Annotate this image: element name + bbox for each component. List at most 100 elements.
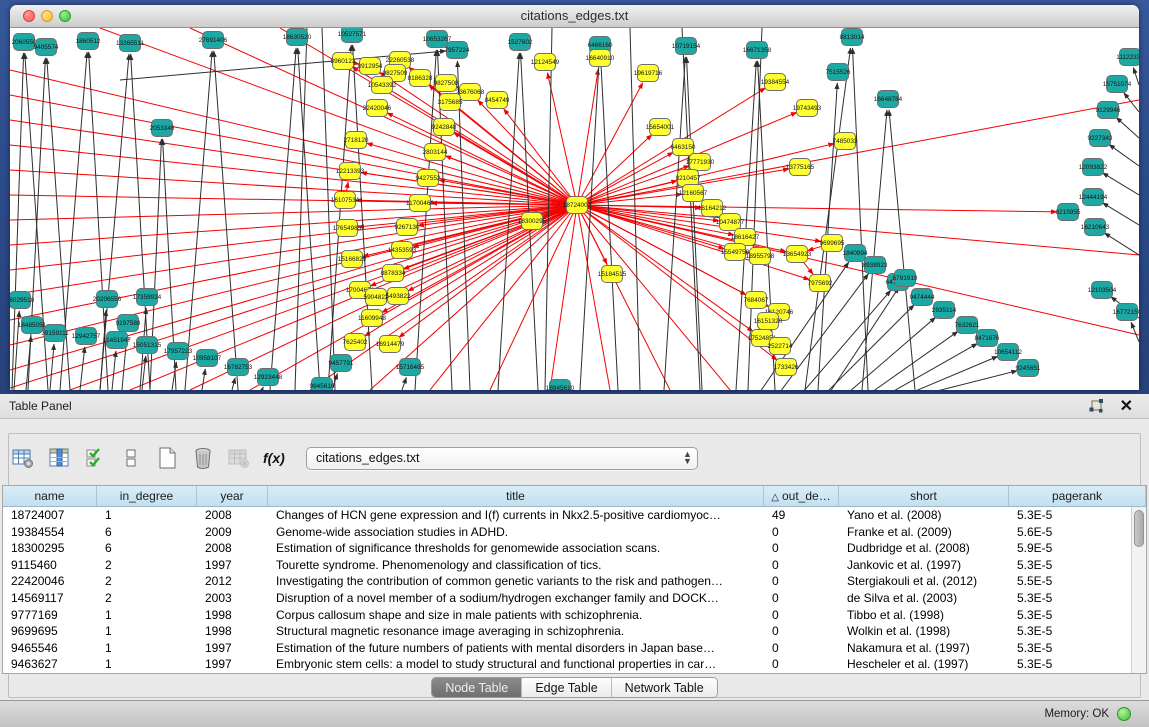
- graph-node[interactable]: 6791919: [893, 270, 918, 287]
- graph-node[interactable]: 2935114: [932, 302, 957, 319]
- graph-node[interactable]: 16640910: [586, 50, 615, 67]
- graph-node[interactable]: 7632621: [955, 317, 980, 334]
- hub-node[interactable]: 18724007: [563, 197, 592, 214]
- citation-edge-black[interactable]: [80, 347, 85, 390]
- graph-node[interactable]: 15716485: [396, 359, 425, 376]
- table-row[interactable]: 969969511998Structural magnetic resonanc…: [3, 623, 1131, 640]
- graph-node[interactable]: 10958107: [193, 350, 222, 367]
- citation-edge-black[interactable]: [202, 369, 205, 390]
- graph-node[interactable]: 9699695: [820, 235, 845, 252]
- graph-node[interactable]: 10527571: [338, 28, 367, 43]
- graph-node[interactable]: 18616427: [731, 229, 760, 246]
- graph-node[interactable]: 17359924: [133, 289, 162, 306]
- citation-edge-black[interactable]: [270, 48, 296, 390]
- graph-node[interactable]: 9405574: [34, 39, 59, 56]
- graph-node[interactable]: 9129946: [1096, 102, 1121, 119]
- float-panel-icon[interactable]: [1088, 398, 1105, 415]
- citation-edge-red[interactable]: [10, 205, 577, 220]
- column-header-name[interactable]: name: [3, 486, 97, 506]
- graph-node[interactable]: 11700460: [406, 195, 434, 212]
- citation-edge-black[interactable]: [1131, 322, 1139, 342]
- select-column-icon[interactable]: [44, 444, 74, 472]
- graph-node[interactable]: 1527602: [508, 34, 533, 51]
- citation-edge-black[interactable]: [1104, 233, 1139, 255]
- citation-edge-red[interactable]: [367, 143, 577, 205]
- citation-edge-black[interactable]: [402, 377, 406, 390]
- graph-node[interactable]: 16107534: [331, 192, 360, 209]
- graph-node[interactable]: 17771930: [686, 154, 715, 171]
- graph-node[interactable]: 9474444: [910, 289, 935, 306]
- table-row[interactable]: 1938455462009Genome-wide association stu…: [3, 524, 1131, 541]
- citation-edge-black[interactable]: [1133, 67, 1139, 85]
- graph-node[interactable]: 10474877: [716, 214, 745, 231]
- citation-edge-black[interactable]: [852, 48, 868, 390]
- citation-edge-black[interactable]: [295, 28, 307, 390]
- graph-node[interactable]: 8938923: [863, 257, 888, 274]
- graph-node[interactable]: 2053346: [150, 120, 175, 137]
- graph-node[interactable]: 17654985: [333, 220, 362, 237]
- graph-node[interactable]: 16029510: [10, 292, 35, 309]
- new-table-icon[interactable]: [152, 444, 182, 472]
- graph-node[interactable]: 10543392: [368, 77, 397, 94]
- graph-node[interactable]: 3175685: [438, 94, 463, 111]
- scrollbar-thumb[interactable]: [1134, 510, 1144, 547]
- graph-node[interactable]: 7625402: [343, 334, 368, 351]
- graph-node[interactable]: 15751074: [1103, 76, 1132, 93]
- citation-edge-black[interactable]: [1102, 173, 1139, 195]
- citation-edge-red[interactable]: [10, 70, 577, 205]
- graph-node[interactable]: 13365511: [116, 35, 144, 52]
- graph-node[interactable]: 11609948: [358, 310, 386, 327]
- column-header-short[interactable]: short: [839, 486, 1009, 506]
- citation-edge-black[interactable]: [1109, 144, 1139, 166]
- network-canvas[interactable]: 2060550940557418605121336551127691406186…: [10, 28, 1139, 390]
- graph-node[interactable]: 5493822: [386, 288, 411, 305]
- graph-node[interactable]: 14353593: [388, 242, 417, 259]
- table-row[interactable]: 946554611997Estimation of the future num…: [3, 640, 1131, 657]
- graph-node[interactable]: 1840994: [843, 245, 868, 262]
- graph-node[interactable]: 12213393: [336, 163, 365, 180]
- graph-node[interactable]: 15051315: [133, 337, 162, 354]
- graph-node[interactable]: 9197588: [116, 315, 141, 332]
- citation-edge-black[interactable]: [415, 50, 436, 390]
- graph-node[interactable]: 9245651: [1016, 360, 1041, 377]
- graph-node[interactable]: 18955798: [746, 248, 775, 265]
- column-header-year[interactable]: year: [197, 486, 268, 506]
- graph-node[interactable]: 12160567: [679, 185, 708, 202]
- citation-edge-red[interactable]: [577, 205, 730, 390]
- graph-node[interactable]: 18630520: [283, 29, 312, 46]
- column-header-out_de[interactable]: △out_de…: [764, 486, 839, 506]
- graph-node[interactable]: 17957223: [164, 343, 193, 360]
- graph-node[interactable]: 19619716: [634, 65, 663, 82]
- citation-edge-red[interactable]: [10, 205, 577, 370]
- citation-edge-black[interactable]: [1102, 203, 1139, 225]
- table-row[interactable]: 977716911998Corpus callosum shape and si…: [3, 607, 1131, 624]
- citation-edge-black[interactable]: [601, 56, 618, 390]
- column-header-in_degree[interactable]: in_degree: [97, 486, 197, 506]
- citation-edge-red[interactable]: [10, 205, 577, 270]
- graph-node[interactable]: 13654923: [783, 246, 812, 263]
- citation-edge-black[interactable]: [580, 56, 599, 390]
- graph-node[interactable]: 8215955: [1056, 204, 1081, 221]
- graph-node[interactable]: 10719154: [672, 38, 701, 55]
- citation-edge-black[interactable]: [50, 344, 54, 390]
- graph-node[interactable]: 6463150: [671, 139, 696, 156]
- graph-node[interactable]: 1733426: [774, 359, 799, 376]
- graph-node[interactable]: 15166829: [338, 251, 367, 268]
- citation-edge-black[interactable]: [457, 61, 470, 390]
- citation-network-graph[interactable]: 2060550940557418605121336551127691406186…: [10, 28, 1139, 390]
- citation-edge-black[interactable]: [214, 51, 238, 390]
- table-row[interactable]: 1830029562008Estimation of significance …: [3, 540, 1131, 557]
- graph-node[interactable]: 18945610: [546, 380, 575, 391]
- citation-edge-black[interactable]: [889, 110, 915, 390]
- table-row[interactable]: 1456911722003Disruption of a novel membe…: [3, 590, 1131, 607]
- graph-node[interactable]: 12942757: [72, 328, 101, 345]
- graph-node[interactable]: 16782753: [224, 359, 253, 376]
- graph-node[interactable]: 12093822: [1079, 159, 1108, 176]
- graph-node[interactable]: 16671358: [743, 42, 772, 59]
- network-window-titlebar[interactable]: citations_edges.txt: [10, 5, 1139, 28]
- table-row[interactable]: 1872400712008Changes of HCN gene express…: [3, 507, 1131, 524]
- graph-node[interactable]: 11122334: [1116, 49, 1139, 66]
- graph-node[interactable]: 16914479: [376, 336, 405, 353]
- graph-node[interactable]: 9457791: [329, 355, 354, 372]
- clear-rows-icon[interactable]: [116, 444, 146, 472]
